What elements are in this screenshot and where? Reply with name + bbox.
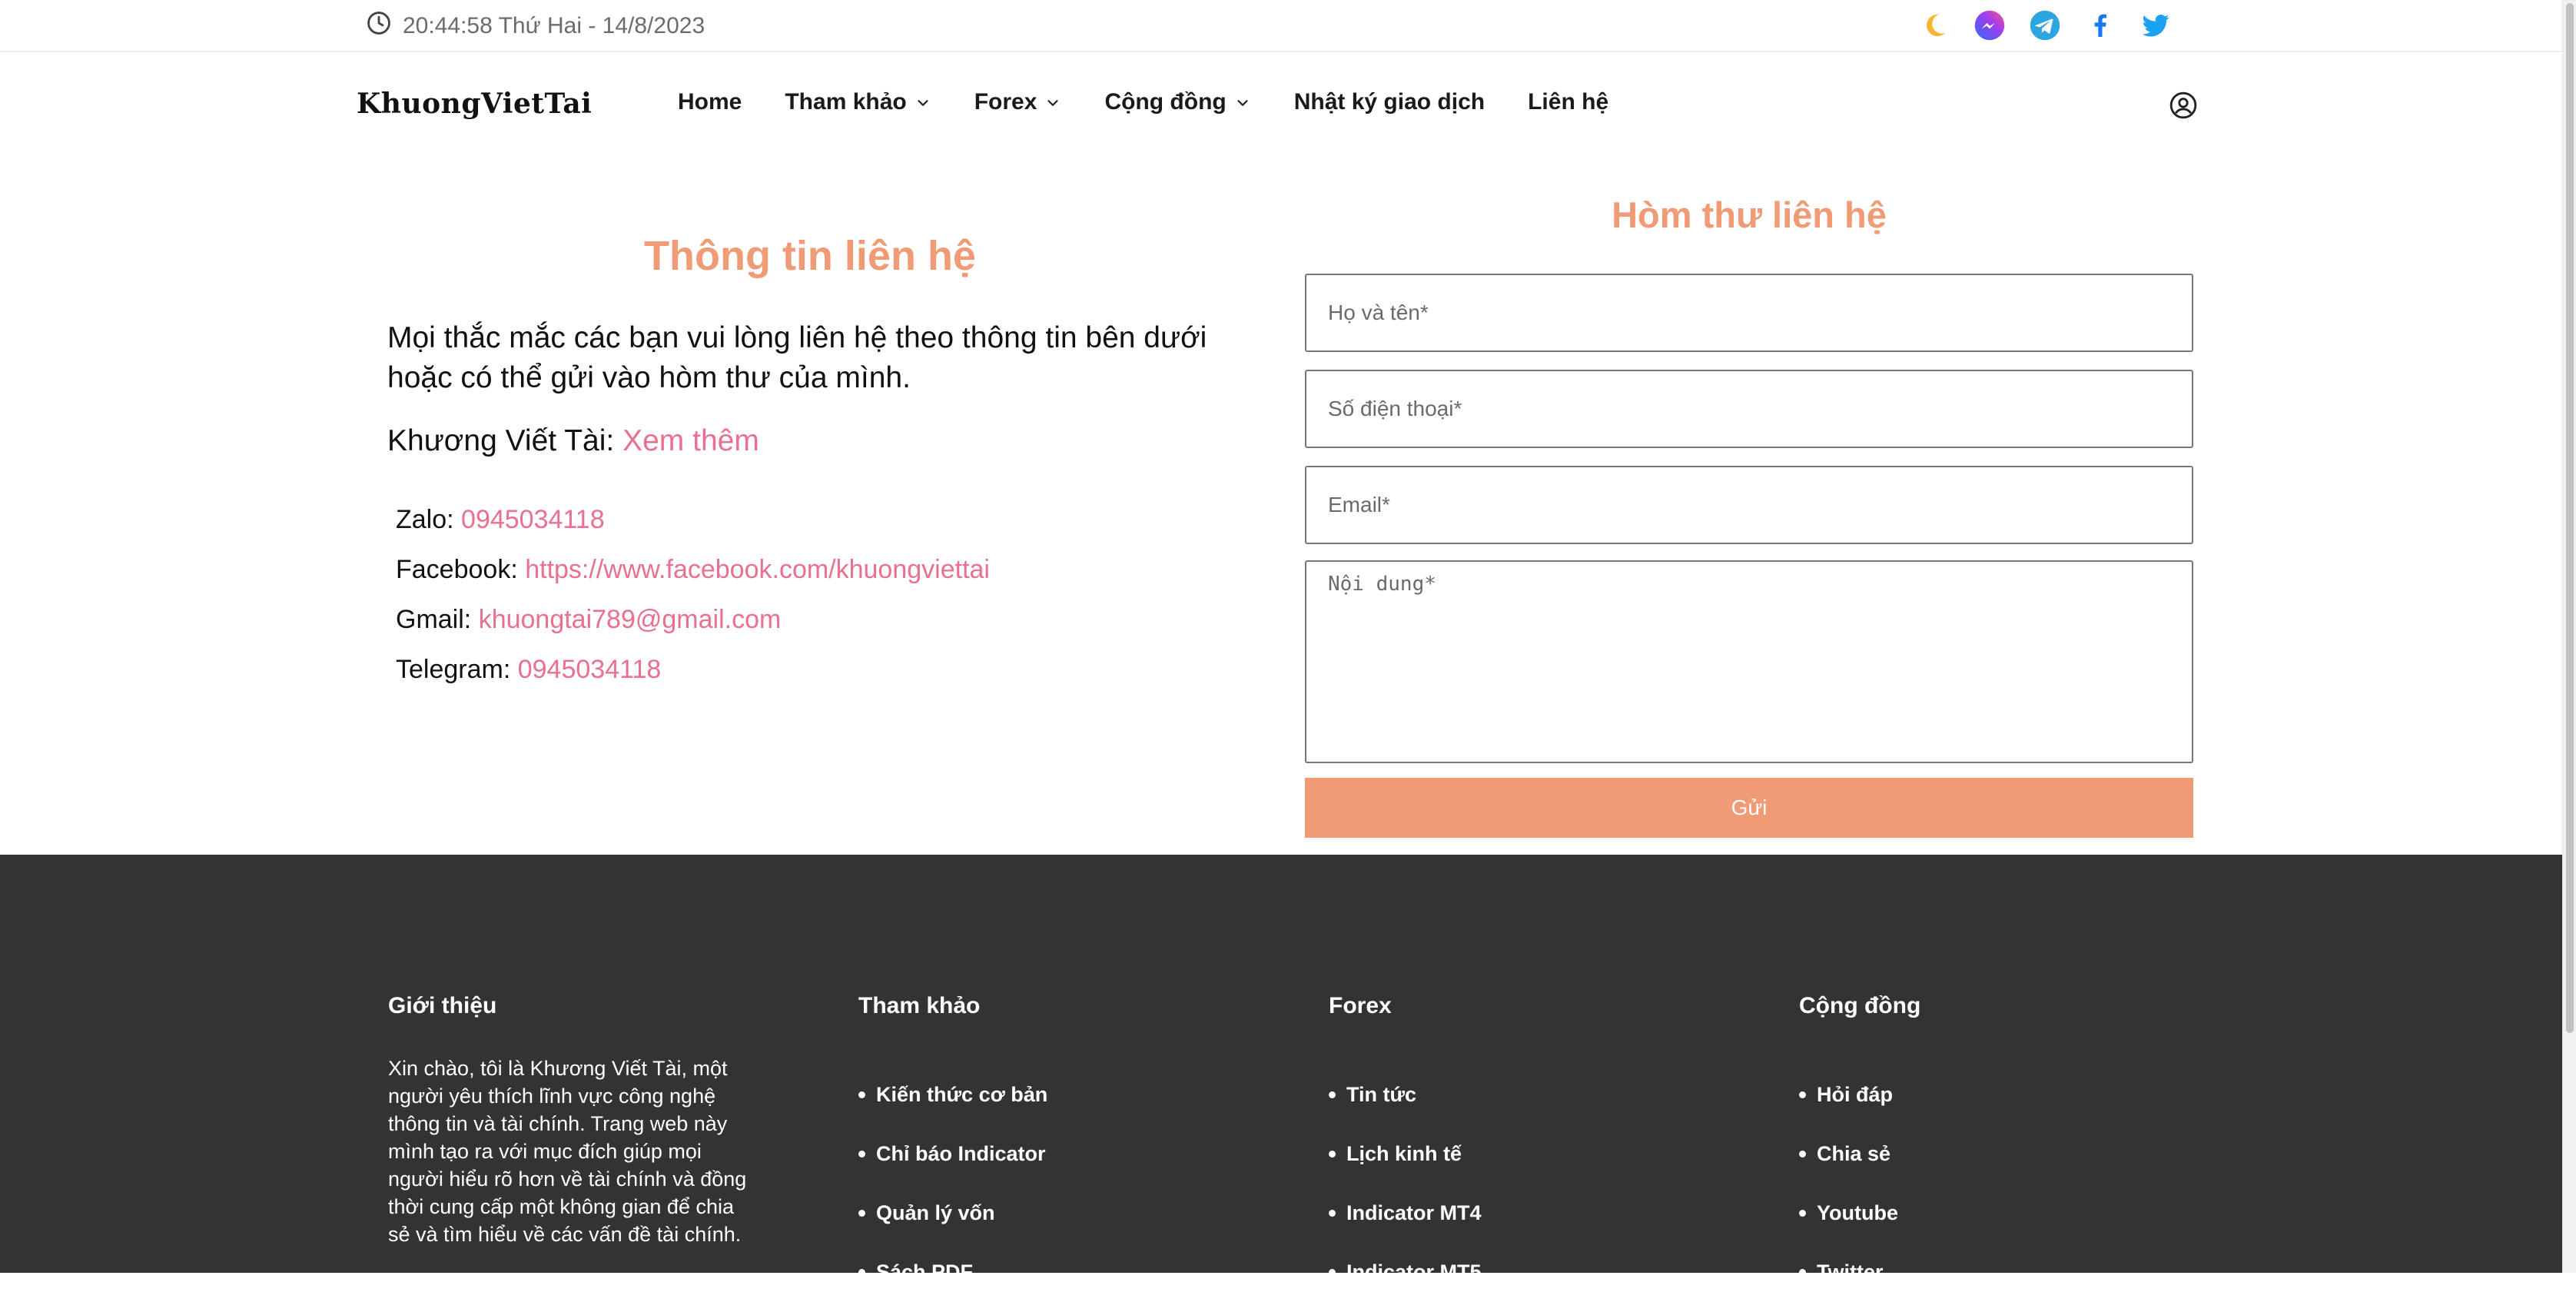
- footer-about-title: Giới thiệu: [388, 993, 497, 1018]
- nav-item-forex[interactable]: Forex: [974, 89, 1062, 115]
- contact-facebook: Facebook: https://www.facebook.com/khuon…: [396, 545, 990, 595]
- author-label: Khương Viết Tài:: [387, 424, 615, 457]
- footer-col-title: Cộng đồng: [1799, 993, 1921, 1018]
- nav-item-tham-khao[interactable]: Tham khảo: [785, 89, 931, 115]
- author-line: Khương Viết Tài: Xem thêm: [387, 424, 759, 458]
- footer-col-title: Tham khảo: [858, 993, 981, 1018]
- footer-link[interactable]: Quản lý vốn: [858, 1184, 1047, 1243]
- nav-item-label: Tham khảo: [785, 89, 907, 115]
- facebook-icon[interactable]: [2083, 8, 2118, 43]
- datetime-display: 20:44:58 Thứ Hai - 14/8/2023: [366, 10, 705, 42]
- scrollbar-thumb[interactable]: [2566, 3, 2574, 1033]
- telegram-link[interactable]: 0945034118: [518, 655, 662, 684]
- bullet-icon: [1329, 1210, 1336, 1217]
- footer-link[interactable]: Hỏi đáp: [1799, 1065, 1920, 1124]
- nav-item-label: Forex: [974, 89, 1037, 115]
- footer-link[interactable]: Indicator MT4: [1329, 1184, 1482, 1243]
- contact-info-title: Thông tin liên hệ: [644, 233, 976, 279]
- site-footer: Giới thiệu Xin chào, tôi là Khương Viết …: [0, 855, 2562, 1284]
- page-scrollbar[interactable]: [2562, 0, 2576, 1273]
- author-more-link[interactable]: Xem thêm: [622, 424, 759, 457]
- bullet-icon: [1799, 1151, 1806, 1158]
- footer-link[interactable]: Chia sẻ: [1799, 1124, 1920, 1184]
- zalo-link[interactable]: 0945034118: [461, 505, 605, 534]
- footer-link[interactable]: Youtube: [1799, 1184, 1920, 1243]
- bullet-icon: [858, 1151, 865, 1158]
- footer-link-label: Lịch kinh tế: [1346, 1142, 1462, 1165]
- twitter-icon[interactable]: [2138, 8, 2173, 43]
- bullet-icon: [1329, 1091, 1336, 1098]
- footer-link-list: Hỏi đáp Chia sẻ Youtube Twitter: [1799, 1065, 1920, 1302]
- nav-menu: Home Tham khảo Forex Cộng đồng Nhật ký g…: [678, 89, 1651, 115]
- bullet-icon: [1329, 1151, 1336, 1158]
- contact-telegram: Telegram: 0945034118: [396, 645, 990, 695]
- nav-item-label: Nhật ký giao dịch: [1293, 89, 1486, 115]
- footer-link-label: Youtube: [1817, 1201, 1898, 1224]
- bullet-icon: [858, 1091, 865, 1098]
- footer-col-tham-khao: Tham khảo Kiến thức cơ bản Chỉ báo Indic…: [858, 993, 1047, 1302]
- footer-link[interactable]: Lịch kinh tế: [1329, 1124, 1482, 1184]
- contact-label: Gmail:: [396, 605, 472, 634]
- footer-col-cong-dong: Cộng đồng Hỏi đáp Chia sẻ Youtube Twitte…: [1799, 993, 1920, 1302]
- nav-item-label: Home: [678, 89, 742, 115]
- messenger-icon[interactable]: [1972, 8, 2007, 43]
- datetime-text: 20:44:58 Thứ Hai - 14/8/2023: [403, 13, 705, 38]
- footer-link[interactable]: Chỉ báo Indicator: [858, 1124, 1047, 1184]
- email-input[interactable]: [1305, 466, 2193, 544]
- submit-button[interactable]: Gửi: [1305, 778, 2193, 838]
- contact-gmail: Gmail: khuongtai789@gmail.com: [396, 595, 990, 645]
- nav-item-home[interactable]: Home: [678, 89, 742, 115]
- telegram-icon[interactable]: [2027, 8, 2063, 43]
- footer-link-label: Hỏi đáp: [1817, 1083, 1893, 1106]
- chevron-down-icon: [1047, 100, 1059, 106]
- nav-item-lien-he[interactable]: Liên hệ: [1528, 89, 1608, 115]
- footer-col-title: Forex: [1329, 993, 1392, 1018]
- footer-link-list: Tin tức Lịch kinh tế Indicator MT4 Indic…: [1329, 1065, 1482, 1302]
- phone-input[interactable]: [1305, 370, 2193, 448]
- contact-form-title: Hòm thư liên hệ: [1612, 194, 1887, 235]
- contact-intro: Mọi thắc mắc các bạn vui lòng liên hệ th…: [387, 321, 1207, 394]
- footer-link-label: Tin tức: [1346, 1083, 1417, 1106]
- footer-about: Giới thiệu Xin chào, tôi là Khương Viết …: [388, 993, 757, 1248]
- nav-item-nhat-ky[interactable]: Nhật ký giao dịch: [1294, 89, 1485, 115]
- footer-link[interactable]: Kiến thức cơ bản: [858, 1065, 1047, 1124]
- footer-link-label: Kiến thức cơ bản: [876, 1083, 1048, 1106]
- footer-col-forex: Forex Tin tức Lịch kinh tế Indicator MT4…: [1329, 993, 1482, 1302]
- contact-zalo: Zalo: 0945034118: [396, 495, 990, 545]
- footer-link-label: Indicator MT4: [1346, 1201, 1482, 1224]
- chevron-down-icon: [1237, 100, 1248, 106]
- contact-label: Telegram:: [396, 655, 511, 684]
- contact-list: Zalo: 0945034118 Facebook: https://www.f…: [396, 495, 990, 695]
- clock-icon: [366, 10, 392, 42]
- nav-item-cong-dong[interactable]: Cộng đồng: [1104, 89, 1250, 115]
- bullet-icon: [1799, 1210, 1806, 1217]
- nav-item-label: Liên hệ: [1528, 89, 1609, 115]
- name-input[interactable]: [1305, 274, 2193, 352]
- gmail-link[interactable]: khuongtai789@gmail.com: [479, 605, 782, 634]
- footer-link-list: Kiến thức cơ bản Chỉ báo Indicator Quản …: [858, 1065, 1047, 1302]
- moon-icon[interactable]: [1917, 8, 1952, 43]
- footer-link-label: Chỉ báo Indicator: [876, 1142, 1046, 1165]
- contact-label: Facebook:: [396, 555, 518, 584]
- bullet-icon: [1799, 1091, 1806, 1098]
- social-links: [1917, 8, 2173, 43]
- message-textarea[interactable]: [1305, 560, 2193, 763]
- footer-link[interactable]: Tin tức: [1329, 1065, 1482, 1124]
- user-account-icon[interactable]: [2169, 91, 2198, 124]
- site-logo[interactable]: KhuongVietTai: [357, 88, 592, 120]
- footer-link-label: Quản lý vốn: [876, 1201, 995, 1224]
- bullet-icon: [858, 1210, 865, 1217]
- top-bar: 20:44:58 Thứ Hai - 14/8/2023: [0, 0, 2562, 52]
- chevron-down-icon: [918, 100, 928, 106]
- facebook-link[interactable]: https://www.facebook.com/khuongviettai: [525, 555, 990, 584]
- nav-item-label: Cộng đồng: [1104, 89, 1227, 115]
- footer-link-label: Chia sẻ: [1817, 1142, 1891, 1165]
- footer-about-text: Xin chào, tôi là Khương Viết Tài, một ng…: [388, 1057, 747, 1246]
- main-navigation: KhuongVietTai Home Tham khảo Forex Cộng …: [0, 52, 2562, 157]
- contact-label: Zalo:: [396, 505, 454, 534]
